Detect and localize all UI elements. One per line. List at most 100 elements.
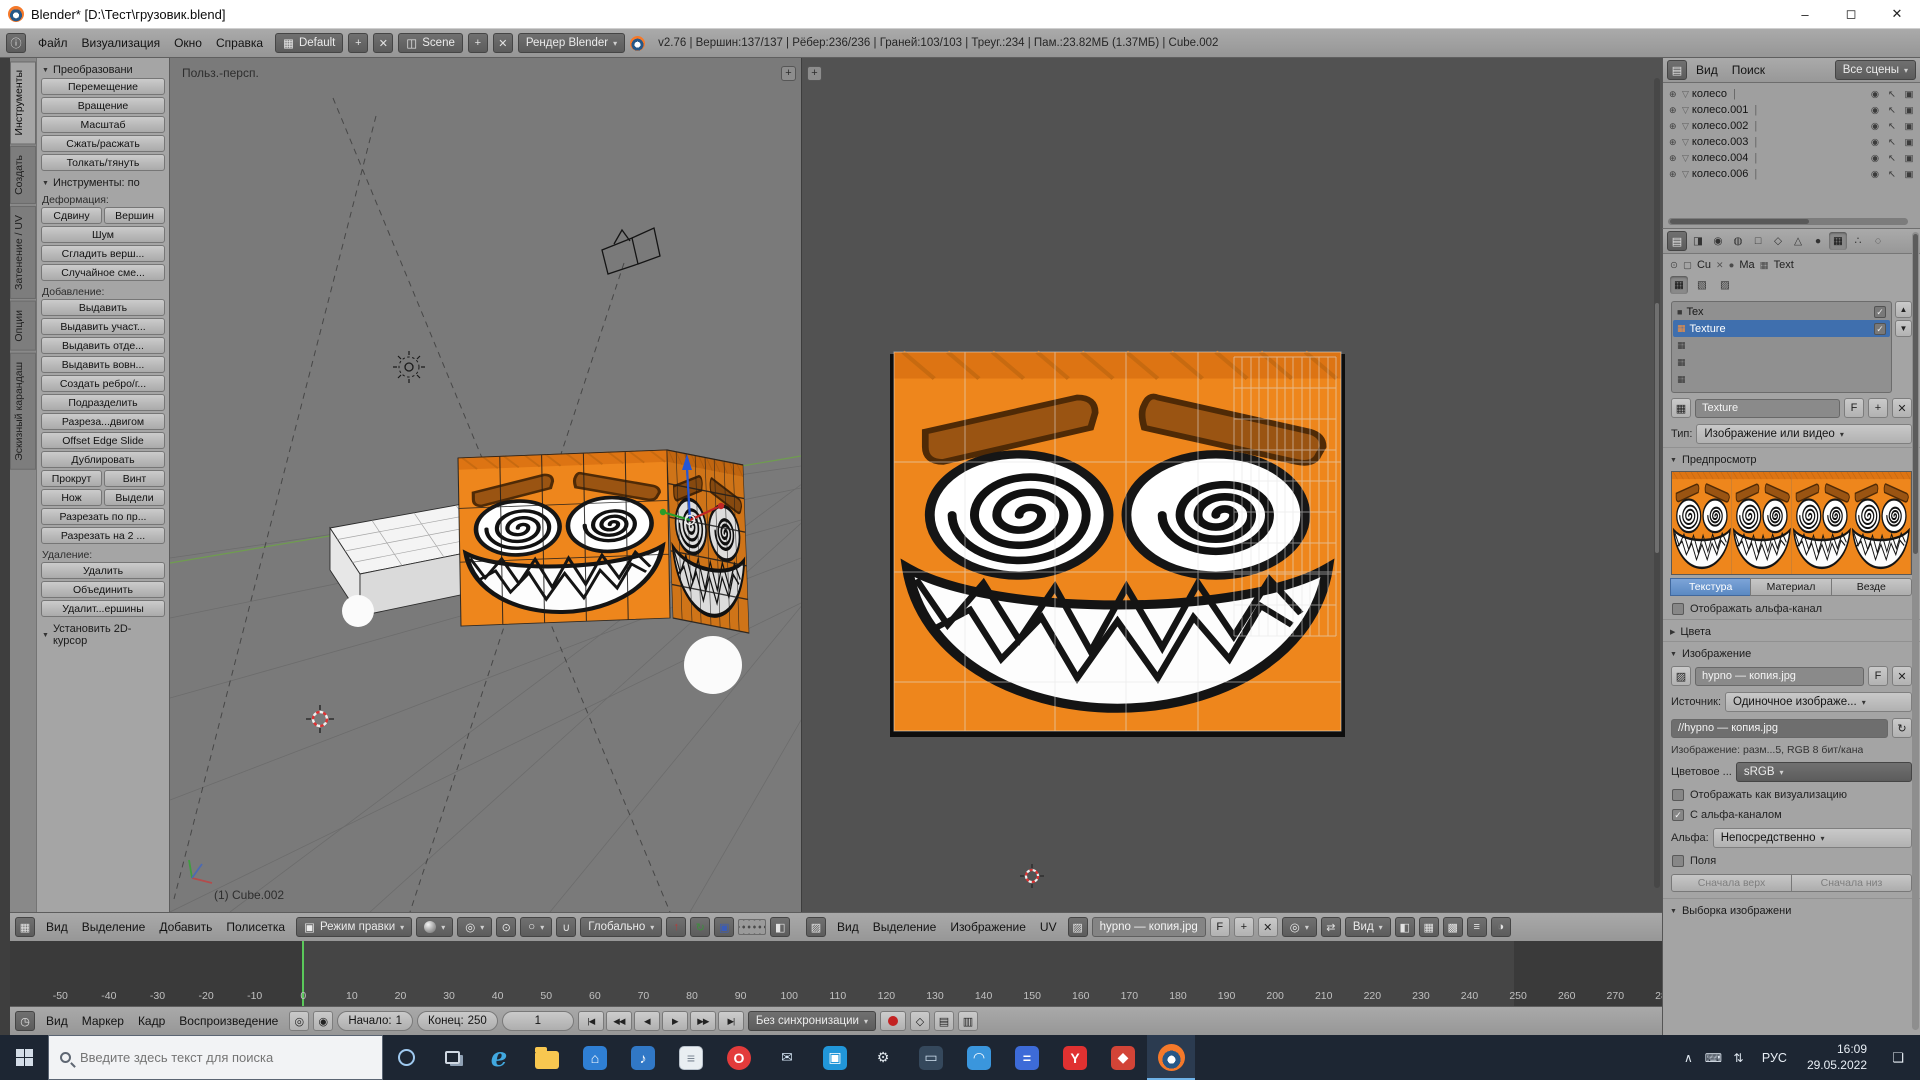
editor-type-icon[interactable]: ▤ — [1667, 60, 1687, 80]
outliner-item[interactable]: ⊕ ▽ колесо.004 | ◉ ↖ ▣ — [1669, 150, 1916, 166]
menu-item[interactable]: Изображение — [943, 920, 1033, 934]
delete-scene-button[interactable]: ✕ — [493, 33, 513, 53]
image-name-field[interactable]: hypno — копия.jpg — [1695, 667, 1864, 686]
tool-button[interactable]: Масштаб — [41, 116, 165, 133]
tool-button[interactable]: Разрезать по пр... — [41, 508, 165, 525]
breadcrumb-object[interactable]: Cu — [1697, 259, 1711, 271]
image-name-field[interactable]: hypno — копия.jpg — [1092, 917, 1206, 937]
taskbar-app-button[interactable]: ⚙ — [859, 1035, 907, 1080]
taskbar-app-button[interactable] — [523, 1035, 571, 1080]
image-panel-header[interactable]: ▼Изображение — [1663, 641, 1920, 663]
visibility-icon[interactable]: ◉ — [1868, 105, 1882, 116]
outliner-item[interactable]: ⊕ ▽ колесо.001 | ◉ ↖ ▣ — [1669, 102, 1916, 118]
taskbar-app-button[interactable]: ◆ — [1099, 1035, 1147, 1080]
region-split-icon[interactable]: + — [781, 66, 796, 81]
playback-button[interactable]: |◀ — [578, 1011, 604, 1031]
preview-target-button[interactable]: Материал — [1750, 578, 1831, 596]
scrollbar-thumb[interactable] — [1670, 219, 1809, 224]
tool-button[interactable]: Сжать/расжать — [41, 135, 165, 152]
menu-item[interactable]: Полисетка — [219, 920, 292, 934]
renderability-icon[interactable]: ▣ — [1902, 105, 1916, 116]
selectability-icon[interactable]: ↖ — [1885, 105, 1899, 116]
editor-type-icon[interactable]: ◷ — [15, 1011, 35, 1031]
wheel-object[interactable] — [342, 595, 374, 627]
texture-slot[interactable]: ▦ ✓ — [1673, 354, 1890, 371]
fake-user-button[interactable]: F — [1210, 917, 1230, 937]
taskbar-app-button[interactable]: ⌂ — [571, 1035, 619, 1080]
physics-context-icon[interactable]: ◌ — [1869, 232, 1887, 250]
language-indicator[interactable]: РУС — [1753, 1051, 1796, 1065]
tool-button[interactable]: Выдавить — [41, 299, 165, 316]
editor-type-icon[interactable]: ▦ — [15, 917, 35, 937]
outliner-item[interactable]: ⊕ ▽ колесо | ◉ ↖ ▣ — [1669, 86, 1916, 102]
unlink-image-button[interactable]: ✕ — [1892, 666, 1912, 686]
outliner-item[interactable]: ⊕ ▽ колесо.006 | ◉ ↖ ▣ — [1669, 166, 1916, 182]
image-path-field[interactable]: //hypno — копия.jpg — [1671, 719, 1888, 738]
playback-button[interactable]: ◀ — [634, 1011, 660, 1031]
particles-context-icon[interactable]: ∴ — [1849, 232, 1867, 250]
clock[interactable]: 16:09 29.05.2022 — [1798, 1042, 1876, 1073]
tool-button[interactable]: Разрезать на 2 ... — [41, 527, 165, 544]
scale-manipulator-icon[interactable]: ▣ — [714, 917, 734, 937]
transform-orientation-dropdown[interactable]: Глобально▾ — [580, 917, 662, 937]
object-name[interactable]: колесо.001 — [1692, 104, 1749, 116]
scrollbar-thumb[interactable] — [1913, 234, 1918, 554]
scrollbar[interactable] — [1912, 232, 1919, 1030]
renderability-icon[interactable]: ▣ — [1902, 153, 1916, 164]
pin-icon[interactable]: ⊙ — [1670, 260, 1678, 271]
expand-icon[interactable]: ⊕ — [1669, 121, 1679, 132]
visibility-icon[interactable]: ◉ — [1868, 153, 1882, 164]
tool-button[interactable]: Вершин — [104, 207, 165, 224]
panel-header-meshtools[interactable]: ▼Инструменты: по — [41, 173, 165, 191]
menu-item[interactable]: Маркер — [75, 1014, 131, 1028]
expand-icon[interactable]: ⊕ — [1669, 169, 1679, 180]
start-button[interactable] — [0, 1035, 48, 1080]
camera-object[interactable] — [602, 228, 660, 274]
playback-button[interactable]: ▶ — [662, 1011, 688, 1031]
breadcrumb-material[interactable]: Ma — [1739, 259, 1754, 271]
uv-sync-icon[interactable]: ⇄ — [1321, 917, 1341, 937]
tool-button[interactable]: Удалить — [41, 562, 165, 579]
taskbar-app-button[interactable] — [1147, 1035, 1195, 1080]
uv-island-mode-icon[interactable]: ≡ — [1467, 917, 1487, 937]
tool-button[interactable]: Нож — [41, 489, 102, 506]
tool-button[interactable]: Вращение — [41, 97, 165, 114]
render-engine-selector[interactable]: Рендер Blender▾ — [518, 33, 625, 53]
truck-cab[interactable] — [458, 450, 749, 633]
tool-button[interactable]: Прокрут — [41, 470, 102, 487]
end-frame-field[interactable]: Конец:250 — [417, 1011, 498, 1031]
object-name[interactable]: колесо.002 — [1692, 120, 1749, 132]
timeline-ruler[interactable]: -50-40-30-20-100102030405060708090100110… — [10, 941, 1662, 1006]
delete-layout-button[interactable]: ✕ — [373, 33, 393, 53]
object-context-icon[interactable]: □ — [1749, 232, 1767, 250]
panel-header-transform[interactable]: ▼Преобразовани — [41, 60, 165, 78]
tool-button[interactable]: Дублировать — [41, 451, 165, 468]
delete-keyframe-icon[interactable]: ▥ — [958, 1011, 978, 1031]
outliner-display-dropdown[interactable]: Все сцены▾ — [1835, 60, 1916, 80]
tool-button[interactable]: Шум — [41, 226, 165, 243]
3d-viewport[interactable]: Польз.-персп. (1) Cube.002 + — [170, 58, 801, 912]
tool-button[interactable]: Выдели — [104, 489, 165, 506]
taskbar-app-button[interactable]: ▣ — [811, 1035, 859, 1080]
manipulator-toggle-icon[interactable]: ⊙ — [496, 917, 516, 937]
tool-button[interactable]: Создать ребро/г... — [41, 375, 165, 392]
toolshelf-tab[interactable]: Опции — [10, 301, 36, 351]
keyboard-icon[interactable]: ⌨ — [1701, 1051, 1726, 1065]
tool-button[interactable]: Винт — [104, 470, 165, 487]
uv-face-mode-icon[interactable]: ▩ — [1443, 917, 1463, 937]
selectability-icon[interactable]: ↖ — [1885, 89, 1899, 100]
checkbox[interactable] — [1672, 603, 1684, 615]
texture-slot[interactable]: ▦ Texture ✓ — [1673, 320, 1890, 337]
colors-panel-header[interactable]: ▶Цвета — [1663, 619, 1920, 641]
menu-item[interactable]: Кадр — [131, 1014, 172, 1028]
playback-button[interactable]: ▶| — [718, 1011, 744, 1031]
reload-image-icon[interactable]: ↻ — [1892, 718, 1912, 738]
add-scene-button[interactable]: + — [468, 33, 488, 53]
playback-button[interactable]: ◀◀ — [606, 1011, 632, 1031]
slot-checkbox[interactable]: ✓ — [1874, 323, 1886, 335]
pivot-dropdown[interactable]: ◎▾ — [457, 917, 492, 937]
visibility-icon[interactable]: ◉ — [1868, 169, 1882, 180]
checkbox[interactable] — [1672, 789, 1684, 801]
translate-manipulator-icon[interactable]: ↑ — [666, 917, 686, 937]
visibility-icon[interactable]: ◉ — [1868, 137, 1882, 148]
